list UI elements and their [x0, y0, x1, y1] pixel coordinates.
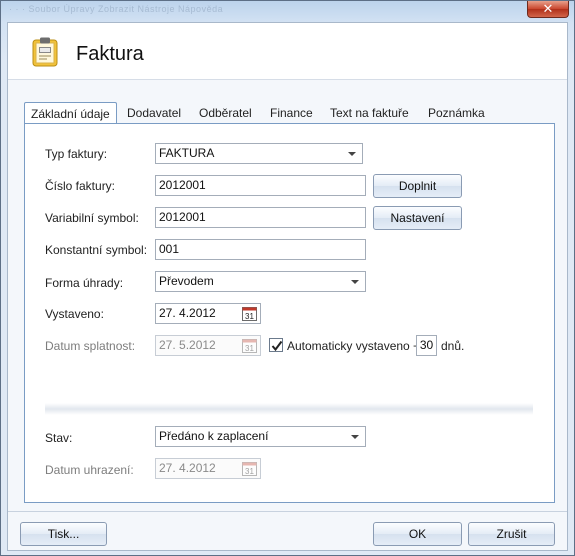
forma-uhrady-label: Forma úhrady: — [45, 276, 124, 290]
close-button[interactable]: ✕ — [527, 1, 569, 18]
tab-odberatel[interactable]: Odběratel — [193, 102, 258, 124]
vystaveno-date-input[interactable]: 27. 4.2012 31 — [155, 303, 261, 324]
close-icon: ✕ — [542, 1, 554, 16]
calendar-icon[interactable]: 31 — [242, 306, 257, 321]
section-separator — [45, 403, 533, 415]
doplnit-button[interactable]: Doplnit — [373, 174, 462, 198]
stav-value: Předáno k zaplacení — [159, 429, 269, 443]
days-suffix-label: dnů. — [441, 339, 465, 353]
svg-text:31: 31 — [245, 312, 254, 321]
typ-faktury-label: Typ faktury: — [45, 147, 108, 161]
chevron-down-icon — [348, 152, 356, 156]
datum-uhrazeni-value: 27. 4.2012 — [159, 461, 216, 475]
cislo-faktury-input[interactable]: 2012001 — [155, 175, 366, 196]
datum-splatnost-value: 27. 5.2012 — [159, 338, 216, 352]
typ-faktury-value: FAKTURA — [159, 146, 215, 160]
dialog-window: · · · Soubor Úpravy Zobrazit Nástroje Ná… — [0, 0, 575, 556]
konstantni-symbol-input[interactable]: 001 — [155, 239, 366, 260]
dialog-header: Faktura — [8, 23, 567, 80]
datum-splatnost-label: Datum splatnost: — [45, 339, 136, 353]
tab-text-na-fakture[interactable]: Text na faktuře — [324, 102, 415, 124]
nastaveni-button[interactable]: Nastavení — [373, 206, 462, 230]
svg-text:31: 31 — [245, 467, 254, 476]
auto-vystaveno-checkbox[interactable] — [269, 338, 283, 352]
tab-dodavatel[interactable]: Dodavatel — [121, 102, 187, 124]
variabilni-symbol-label: Variabilní symbol: — [45, 211, 139, 225]
stav-select[interactable]: Předáno k zaplacení — [155, 426, 366, 447]
tisk-button[interactable]: Tisk... — [20, 522, 107, 546]
cislo-faktury-label: Číslo faktury: — [45, 179, 116, 193]
datum-splatnost-date-input[interactable]: 27. 5.2012 31 — [155, 335, 261, 356]
svg-text:31: 31 — [245, 344, 254, 353]
title-bar[interactable]: · · · Soubor Úpravy Zobrazit Nástroje Ná… — [1, 1, 574, 21]
cancel-button[interactable]: Zrušit — [468, 522, 555, 546]
datum-uhrazeni-label: Datum uhrazení: — [45, 463, 134, 477]
chevron-down-icon — [351, 280, 359, 284]
invoice-clipboard-icon — [32, 37, 58, 67]
tab-finance[interactable]: Finance — [264, 102, 319, 124]
konstantni-symbol-label: Konstantní symbol: — [45, 243, 148, 257]
vystaveno-value: 27. 4.2012 — [159, 306, 216, 320]
chevron-down-icon — [351, 435, 359, 439]
auto-vystaveno-label: Automaticky vystaveno + — [287, 339, 421, 353]
calendar-icon[interactable]: 31 — [242, 461, 257, 476]
page-title: Faktura — [76, 43, 144, 65]
tab-poznamka[interactable]: Poznámka — [422, 102, 491, 124]
tab-zakladni-udaje[interactable]: Základní údaje — [24, 102, 117, 125]
calendar-icon[interactable]: 31 — [242, 338, 257, 353]
forma-uhrady-select[interactable]: Převodem — [155, 271, 366, 292]
ok-button[interactable]: OK — [373, 522, 462, 546]
title-bar-ghost-text: · · · Soubor Úpravy Zobrazit Nástroje Ná… — [9, 4, 224, 14]
footer-divider — [8, 511, 567, 512]
datum-uhrazeni-date-input[interactable]: 27. 4.2012 31 — [155, 458, 261, 479]
checkmark-icon — [271, 340, 283, 352]
typ-faktury-select[interactable]: FAKTURA — [155, 143, 363, 164]
vystaveno-label: Vystaveno: — [45, 307, 104, 321]
forma-uhrady-value: Převodem — [159, 274, 214, 288]
variabilni-symbol-input[interactable]: 2012001 — [155, 207, 366, 228]
stav-label: Stav: — [45, 431, 73, 445]
splatnost-days-input[interactable]: 30 — [416, 335, 437, 356]
